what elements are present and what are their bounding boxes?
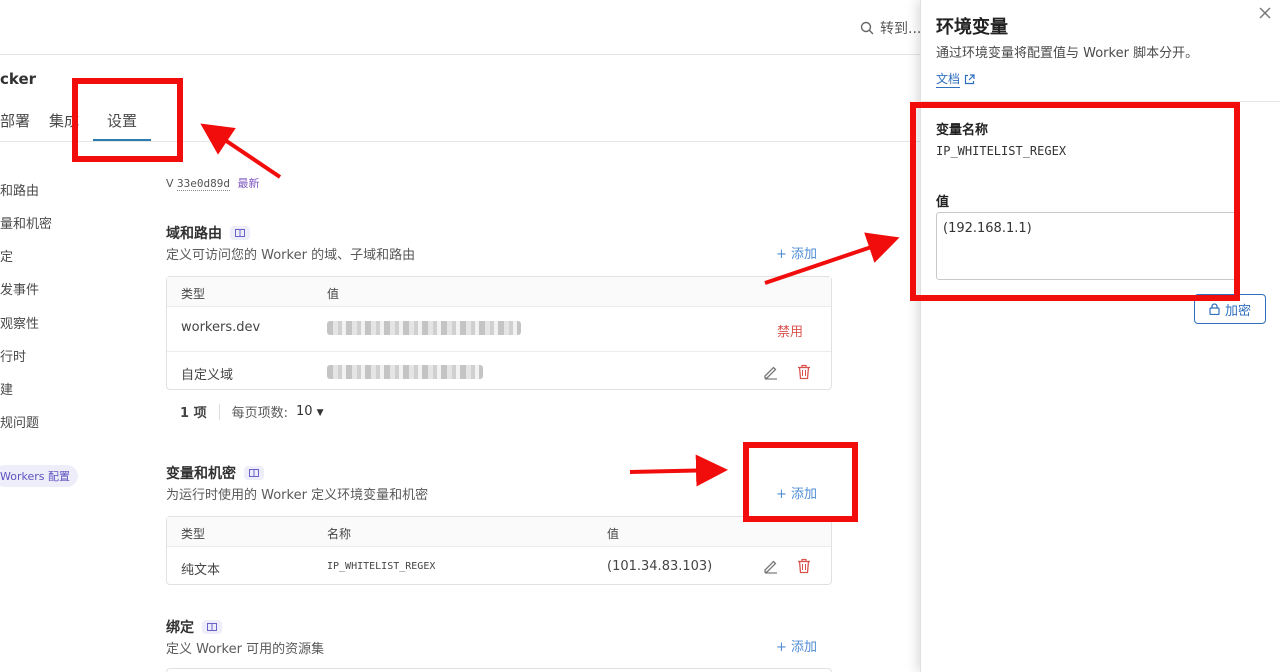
sidenav-item-bindings[interactable]: 绑定: [0, 246, 13, 265]
sidenav-item-triggers[interactable]: 触发事件: [0, 279, 39, 298]
per-page-select[interactable]: 10 ▼: [296, 404, 324, 419]
trash-icon[interactable]: [795, 363, 813, 381]
docs-link[interactable]: 文档: [936, 70, 975, 88]
variables-table: 类型 名称 值 纯文本 IP_WHITELIST_REGEX (101.34.8…: [166, 516, 832, 585]
annotation-box-variable-form: [910, 102, 1240, 301]
arrow-to-add-button: [629, 454, 728, 487]
edit-icon[interactable]: [762, 557, 780, 575]
edit-icon[interactable]: [762, 363, 780, 381]
arrow-to-settings-tab: [200, 123, 282, 179]
variables-section-title: 变量和机密: [166, 463, 264, 483]
book-icon[interactable]: [230, 226, 250, 240]
per-page-value: 10: [295, 404, 313, 419]
version-hash[interactable]: 33e0d89d: [177, 177, 231, 191]
bindings-table: [166, 668, 832, 672]
annotation-box-add-variable: [743, 442, 858, 522]
lock-icon: [1209, 303, 1220, 315]
close-icon[interactable]: [1258, 5, 1274, 21]
panel-subtitle: 通过环境变量将配置值与 Worker 脚本分开。: [936, 46, 1199, 61]
external-link-icon: [964, 73, 975, 84]
encrypt-label: 加密: [1224, 303, 1251, 319]
sidenav-item-observability[interactable]: 可观察性: [0, 313, 39, 332]
redacted-value: [327, 321, 521, 335]
worker-title: cker: [0, 70, 37, 88]
domains-table: 类型 值 workers.dev 禁用 自定义域: [166, 276, 832, 390]
item-count: 1 项: [180, 406, 207, 421]
panel-title: 环境变量: [936, 17, 1008, 38]
variables-subtitle: 为运行时使用的 Worker 定义环境变量和机密: [166, 488, 429, 503]
sidenav-item-build[interactable]: 构建: [0, 379, 13, 398]
column-header-type: 类型: [181, 527, 206, 541]
bindings-section-title: 绑定: [166, 617, 222, 637]
book-icon[interactable]: [202, 620, 222, 634]
column-header-name: 名称: [327, 527, 352, 541]
caret-down-icon: ▼: [316, 408, 324, 418]
domains-section-title: 域和路由: [166, 223, 250, 243]
workers-config-badge[interactable]: Workers 配置: [0, 465, 78, 487]
table-row: 纯文本 IP_WHITELIST_REGEX (101.34.83.103): [167, 546, 831, 586]
top-bar: [0, 0, 920, 55]
version-prefix: V: [166, 177, 174, 190]
domains-title-text: 域和路由: [166, 226, 222, 242]
sidenav-item-variables[interactable]: 变量和机密: [0, 213, 52, 232]
search-label: 转到...: [880, 21, 922, 37]
per-page-label: 每页项数:: [231, 406, 288, 421]
variables-title-text: 变量和机密: [166, 466, 236, 482]
docs-link-text: 文档: [936, 72, 961, 88]
version-latest-tag: 最新: [237, 177, 260, 190]
variable-type: 纯文本: [181, 563, 221, 578]
sidenav-item-general[interactable]: 常规问题: [0, 412, 39, 431]
sidenav-item-runtime[interactable]: 运行时: [0, 346, 26, 365]
column-header-value: 值: [607, 527, 620, 541]
redacted-value: [327, 365, 483, 379]
table-row: 自定义域: [167, 351, 831, 391]
table-header: 类型 值: [167, 277, 831, 306]
column-header-type: 类型: [181, 287, 206, 301]
trash-icon[interactable]: [795, 557, 813, 575]
bindings-title-text: 绑定: [166, 620, 194, 636]
add-binding-button[interactable]: + 添加: [776, 636, 817, 655]
search-goto[interactable]: 转到...: [860, 18, 921, 38]
domain-type: 自定义域: [181, 368, 234, 383]
tab-deployments[interactable]: 部署: [0, 110, 30, 131]
column-header-value: 值: [327, 287, 340, 301]
variable-name: IP_WHITELIST_REGEX: [327, 561, 436, 572]
disable-button[interactable]: 禁用: [777, 321, 803, 340]
add-domain-button[interactable]: + 添加: [776, 243, 817, 262]
search-icon: [860, 21, 874, 35]
bindings-subtitle: 定义 Worker 可用的资源集: [166, 642, 325, 657]
sidenav-item-domains[interactable]: 域和路由: [0, 180, 39, 199]
table-row: workers.dev 禁用: [167, 306, 831, 351]
pagination: 1 项 每页项数: 10 ▼: [180, 402, 324, 421]
version-info: V 33e0d89d 最新: [166, 175, 260, 191]
annotation-box-settings-tab: [72, 78, 183, 162]
book-icon[interactable]: [244, 466, 264, 480]
variable-value: (101.34.83.103): [607, 559, 713, 574]
domains-subtitle: 定义可访问您的 Worker 的域、子域和路由: [166, 248, 416, 263]
pager-divider: [218, 403, 220, 420]
domain-type: workers.dev: [181, 320, 261, 335]
table-header: 类型 名称 值: [167, 517, 831, 546]
